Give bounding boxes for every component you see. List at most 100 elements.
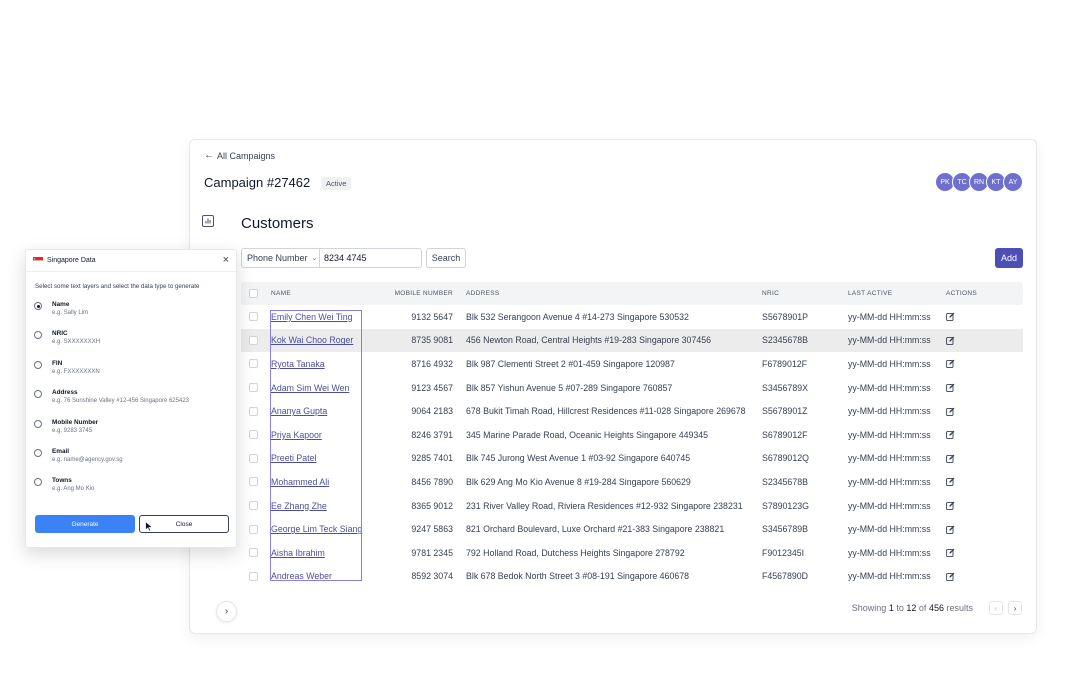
column-header-address[interactable]: ADDRESS	[466, 290, 500, 297]
customer-nric: F9012345I	[762, 547, 805, 558]
edit-icon[interactable]	[946, 454, 955, 463]
row-checkbox[interactable]	[249, 406, 258, 416]
column-header-nric[interactable]: NRIC	[762, 290, 779, 297]
option-label: Address	[52, 389, 78, 397]
customers-table: NAME MOBILE NUMBER ADDRESS NRIC LAST ACT…	[241, 282, 1023, 588]
dialog-title: Singapore Data	[47, 257, 96, 264]
data-type-option[interactable]: Address e.g. 76 Sunshine Valley #12-456 S…	[34, 389, 224, 411]
edit-icon[interactable]	[946, 572, 955, 581]
column-header-name[interactable]: NAME	[271, 290, 291, 297]
row-checkbox[interactable]	[249, 453, 258, 463]
edit-icon[interactable]	[946, 407, 955, 416]
edit-icon[interactable]	[946, 312, 955, 322]
chevron-left-icon: ‹	[994, 603, 998, 613]
customer-name-link[interactable]: George Lim Teck Siang	[271, 524, 362, 534]
table-row[interactable]: Adam Sim Wei Wen 9123 4567 Blk 857 Yishun …	[241, 376, 1023, 400]
select-all-checkbox[interactable]	[249, 289, 258, 298]
customer-name-link[interactable]: Adam Sim Wei Wen	[271, 383, 349, 393]
edit-icon[interactable]	[946, 383, 955, 392]
customer-last-active: yy-MM-dd HH:mm:ss	[848, 453, 931, 464]
table-row[interactable]: Mohammed Ali 8456 7890 Blk 629 Ang Mo Kio …	[241, 470, 1023, 494]
table-body: Emily Chen Wei Ting 9132 5647 Blk 532 Sera…	[241, 305, 1023, 588]
column-header-actions: ACTIONS	[946, 290, 977, 297]
previous-page-button[interactable]: ‹	[989, 601, 1003, 615]
close-icon[interactable]: ×	[223, 255, 229, 266]
radio-button[interactable]	[34, 360, 42, 369]
row-checkbox[interactable]	[249, 359, 258, 369]
campaign-window: ← All Campaigns Campaign #27462 Active P…	[189, 139, 1037, 634]
data-type-option[interactable]: Name e.g. Sally Lim	[34, 301, 224, 323]
table-row[interactable]: Aisha Ibrahim 9781 2345 792 Holland Road, …	[241, 541, 1023, 565]
radio-button[interactable]	[34, 449, 42, 457]
edit-icon[interactable]	[946, 525, 955, 534]
column-header-mobile[interactable]: MOBILE NUMBER	[395, 290, 453, 297]
customer-name-link[interactable]: Ee Zhang Zhe	[271, 501, 327, 511]
table-row[interactable]: Andreas Weber 8592 3074 Blk 678 Bedok Nort…	[241, 565, 1023, 589]
table-row[interactable]: Priya Kapoor 8246 3791 345 Marine Parade R…	[241, 423, 1023, 447]
chevron-right-icon[interactable]: ›	[216, 601, 237, 622]
radio-button[interactable]	[34, 419, 42, 428]
search-input[interactable]	[319, 248, 422, 268]
customer-nric: S5678901Z	[762, 406, 808, 417]
option-example: e.g. Sally Lim	[52, 310, 89, 316]
search-button[interactable]: Search	[426, 248, 466, 268]
customer-name-link[interactable]: Ryota Tanaka	[271, 359, 325, 369]
customer-name-link[interactable]: Emily Chen Wei Ting	[271, 312, 352, 322]
row-checkbox[interactable]	[249, 477, 258, 487]
customer-name-link[interactable]: Ananya Gupta	[271, 406, 327, 416]
table-row[interactable]: Ryota Tanaka 8716 4932 Blk 987 Clementi St…	[241, 352, 1023, 376]
data-type-option[interactable]: FIN e.g. FXXXXXXXN	[34, 360, 224, 382]
data-type-option[interactable]: Towns e.g. Ang Mo Kio	[34, 477, 224, 499]
next-page-button[interactable]: ›	[1008, 601, 1022, 615]
row-checkbox[interactable]	[249, 312, 258, 322]
row-checkbox[interactable]	[249, 383, 258, 393]
customer-name-link[interactable]: Kok Wai Choo Roger	[271, 335, 353, 345]
customer-name-link[interactable]: Preeti Patel	[271, 453, 316, 463]
table-row[interactable]: Preeti Patel 9285 7401 Blk 745 Jurong West…	[241, 447, 1023, 471]
status-badge: Active	[321, 177, 352, 190]
table-row[interactable]: George Lim Teck Siang 9247 5863 821 Orchar…	[241, 517, 1023, 541]
customer-last-active: yy-MM-dd HH:mm:ss	[848, 311, 931, 322]
customer-last-active: yy-MM-dd HH:mm:ss	[848, 476, 931, 487]
customer-nric: S5678901P	[762, 311, 808, 322]
column-header-last-active[interactable]: LAST ACTIVE	[848, 290, 892, 297]
customer-name-link[interactable]: Mohammed Ali	[271, 477, 329, 487]
filter-field-select[interactable]: Phone Number ⌄	[241, 248, 319, 268]
edit-icon[interactable]	[946, 359, 955, 369]
avatar[interactable]: AY	[1003, 172, 1023, 192]
radio-button[interactable]	[34, 331, 42, 340]
customer-address: 821 Orchard Boulevard, Luxe Orchard #21-…	[466, 524, 725, 535]
close-button[interactable]: Close	[139, 515, 229, 533]
data-type-option[interactable]: Email e.g. name@agency.gov.sg	[34, 448, 224, 470]
edit-icon[interactable]	[946, 336, 955, 345]
row-checkbox[interactable]	[249, 335, 258, 345]
add-button[interactable]: Add	[995, 248, 1023, 268]
dialog-instruction: Select some text layers and select the d…	[35, 283, 200, 290]
edit-icon[interactable]	[946, 477, 955, 487]
bar-chart-icon[interactable]	[202, 215, 214, 227]
option-label: NRIC	[52, 330, 68, 338]
row-checkbox[interactable]	[249, 548, 258, 558]
edit-icon[interactable]	[946, 501, 955, 510]
edit-icon[interactable]	[946, 430, 955, 440]
customer-name-link[interactable]: Priya Kapoor	[271, 430, 322, 440]
generate-button[interactable]: Generate	[35, 515, 135, 533]
customer-name-link[interactable]: Andreas Weber	[271, 571, 332, 581]
radio-button[interactable]	[34, 390, 42, 399]
data-type-option[interactable]: Mobile Number e.g. 9283 3745	[34, 419, 224, 441]
customer-nric: F6789012F	[762, 358, 807, 369]
table-row[interactable]: Ananya Gupta 9064 2183 678 Bukit Timah Roa…	[241, 399, 1023, 423]
row-checkbox[interactable]	[249, 501, 258, 511]
row-checkbox[interactable]	[249, 430, 258, 440]
radio-button[interactable]	[34, 478, 42, 487]
customer-name-link[interactable]: Aisha Ibrahim	[271, 548, 325, 558]
row-checkbox[interactable]	[249, 524, 258, 534]
table-row[interactable]: Ee Zhang Zhe 8365 9012 231 River Valley Ro…	[241, 494, 1023, 518]
back-link[interactable]: ← All Campaigns	[204, 150, 275, 161]
radio-button[interactable]	[34, 302, 42, 310]
row-checkbox[interactable]	[249, 571, 258, 581]
data-type-option[interactable]: NRIC e.g. SXXXXXXXH	[34, 330, 224, 352]
table-row[interactable]: Kok Wai Choo Roger 8735 9081 456 Newton Ro…	[241, 328, 1023, 353]
edit-icon[interactable]	[946, 548, 955, 558]
table-row[interactable]: Emily Chen Wei Ting 9132 5647 Blk 532 Sera…	[241, 305, 1023, 329]
